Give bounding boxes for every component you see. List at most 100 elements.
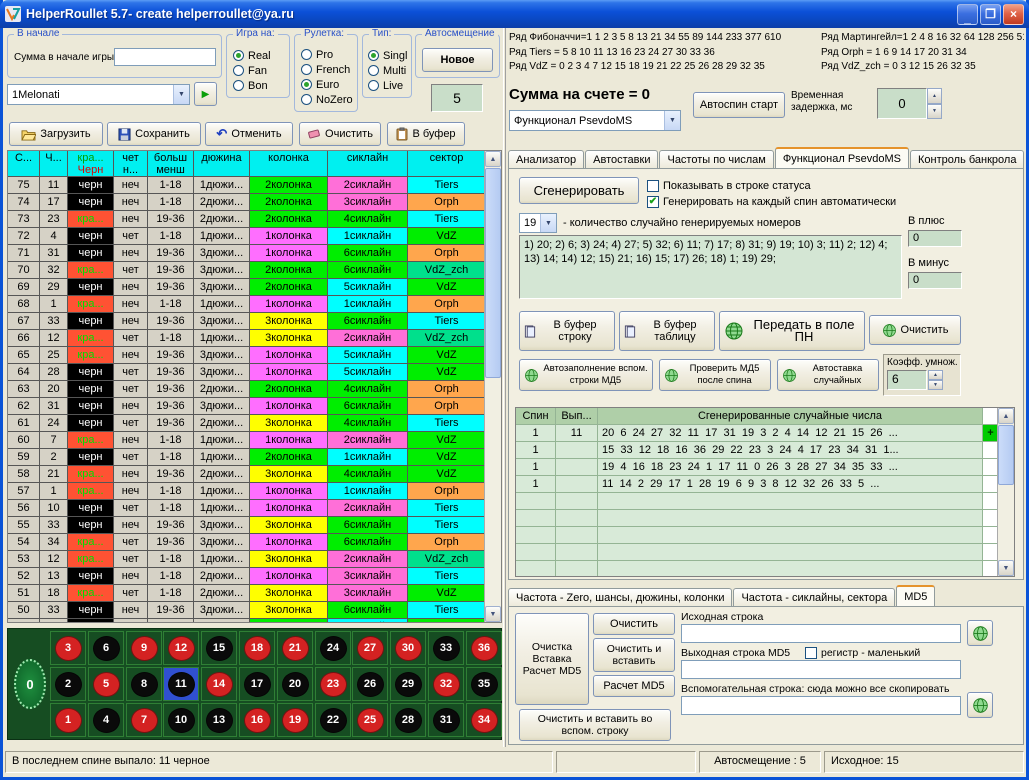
board-number-14[interactable]: 14 [201,667,237,701]
spins-row[interactable]: 7511черннеч1-181дюжи...2колонка2сиклайнT… [8,177,486,194]
board-number-34[interactable]: 34 [466,703,502,737]
board-number-23[interactable]: 23 [315,667,351,701]
checkbox-generate-each-spin[interactable]: Генерировать на каждый спин автоматическ… [647,195,896,209]
mode-combo[interactable]: Функционал PsevdoMS ▼ [509,110,681,131]
spins-row[interactable]: 6428чернчет19-363дюжи...1колонка5сиклайн… [8,364,486,381]
radio-type-multi[interactable]: Multi [368,63,407,78]
to-buffer-button[interactable]: В буфер [387,122,465,146]
radio-game-bon[interactable]: Bon [233,78,271,93]
checkbox-show-status[interactable]: Показывать в строке статуса [647,179,811,193]
generated-scrollbar[interactable]: ▲ ▼ [997,408,1014,576]
chevron-down-icon[interactable]: ▼ [540,214,556,232]
spins-row[interactable]: 607кра...неч1-181дюжи...1колонка2сиклайн… [8,432,486,449]
board-zero[interactable]: 0 [14,659,46,709]
coef-value[interactable]: 6 [887,370,927,390]
tab-Функционал PsevdoMS[interactable]: Функционал PsevdoMS [775,147,909,169]
radio-roulette-french[interactable]: French [301,62,353,77]
board-number-1[interactable]: 1 [50,703,86,737]
spins-column-header[interactable]: четн... [114,151,148,177]
spins-row[interactable]: 571кра...неч1-181дюжи...1колонка1сиклайн… [8,483,486,500]
board-number-2[interactable]: 2 [50,667,86,701]
spins-row[interactable]: 5213черннеч1-182дюжи...1колонка3сиклайнT… [8,568,486,585]
gen-row[interactable] [516,493,999,510]
spins-column-header[interactable]: кра...Черн [68,151,114,177]
scroll-thumb[interactable] [998,425,1014,485]
spins-column-header[interactable]: большменш [148,151,194,177]
md5-clear-button[interactable]: Очистить [593,613,675,635]
buffer-row-button[interactable]: В буфер строку [519,311,615,351]
spin-up-icon[interactable]: ▲ [927,88,942,104]
scroll-thumb[interactable] [485,168,501,378]
checkbox-register[interactable]: регистр - маленький [805,646,920,660]
tab-Частота - сиклайны, сектора[interactable]: Частота - сиклайны, сектора [733,588,895,607]
board-number-5[interactable]: 5 [88,667,124,701]
radio-roulette-nozero[interactable]: NoZero [301,92,353,107]
spins-row[interactable]: 6231черннеч19-363дюжи...1колонка6сиклайн… [8,398,486,415]
clear-button[interactable]: Очистить [299,122,381,146]
board-number-33[interactable]: 33 [428,631,464,665]
spins-row[interactable]: 5533черннеч19-363дюжи...3колонка6сиклайн… [8,517,486,534]
minus-field[interactable]: 0 [908,272,962,289]
gen-row[interactable] [516,510,999,527]
source-string-input[interactable] [681,624,961,643]
board-number-7[interactable]: 7 [126,703,162,737]
board-number-26[interactable]: 26 [352,667,388,701]
board-number-15[interactable]: 15 [201,631,237,665]
board-number-3[interactable]: 3 [50,631,86,665]
maximize-button[interactable]: ❐ [980,4,1001,25]
board-number-21[interactable]: 21 [277,631,313,665]
spins-row[interactable]: 7417черннеч1-182дюжи...2колонка3сиклайнO… [8,194,486,211]
preset-combo[interactable]: 1Melonati ▼ [7,84,190,105]
spins-scrollbar[interactable]: ▲ ▼ [484,151,501,622]
md5-calc-button[interactable]: Расчет MD5 [593,675,675,697]
spins-row[interactable]: 5118кра...чет1-182дюжи...3колонка3сиклай… [8,585,486,602]
scroll-up-icon[interactable]: ▲ [998,408,1014,424]
spin-down-icon[interactable]: ▼ [927,104,942,120]
save-button[interactable]: Сохранить [107,122,201,146]
transfer-button[interactable]: Передать в поле ПН [719,311,865,351]
check-md5-button[interactable]: Проверить МД5 после спина [659,359,771,391]
source-globe-button[interactable] [967,620,993,646]
spins-row[interactable]: 5434кра...чет19-363дюжи...1колонка6сикла… [8,534,486,551]
gen-row[interactable] [516,561,999,577]
new-autoshift-button[interactable]: Новое [422,48,493,72]
spins-row[interactable]: 592чернчет1-181дюжи...2колонка1сиклайнVd… [8,449,486,466]
board-number-6[interactable]: 6 [88,631,124,665]
close-button[interactable]: × [1003,4,1024,25]
radio-roulette-pro[interactable]: Pro [301,47,353,62]
board-number-20[interactable]: 20 [277,667,313,701]
count-combo[interactable]: 19 ▼ [519,213,557,233]
buffer-table-button[interactable]: В буфер таблицу [619,311,715,351]
spins-row[interactable]: 5821кра...неч19-362дюжи...3колонка4сикла… [8,466,486,483]
tab-MD5[interactable]: MD5 [896,585,935,607]
board-number-12[interactable]: 12 [163,631,199,665]
spins-row[interactable]: 681кра...неч1-181дюжи...1колонка1сиклайн… [8,296,486,313]
board-number-29[interactable]: 29 [390,667,426,701]
tab-Автоставки[interactable]: Автоставки [585,150,658,169]
gen-row[interactable]: 111 14 2 29 17 1 28 19 6 9 3 8 12 32 26 … [516,476,999,493]
output-string-input[interactable] [681,660,961,679]
coef-spinner[interactable]: ▲ ▼ [928,370,943,390]
board-number-27[interactable]: 27 [352,631,388,665]
gen-row[interactable] [516,544,999,561]
delay-value[interactable]: 0 [877,88,927,119]
minimize-button[interactable]: _ [957,4,978,25]
start-sum-input[interactable] [114,48,216,66]
spins-row[interactable]: 6733черннеч19-363дюжи...3колонка6сиклайн… [8,313,486,330]
spins-column-header[interactable]: Ч... [40,151,68,177]
run-button[interactable]: ▶ [194,82,217,106]
board-number-10[interactable]: 10 [163,703,199,737]
board-number-22[interactable]: 22 [315,703,351,737]
clear-generated-button[interactable]: Очистить [869,315,961,345]
scroll-down-icon[interactable]: ▼ [485,606,501,622]
helper-globe-button[interactable] [967,692,993,718]
spins-row[interactable]: 6929черннеч19-363дюжи...2колонка5сиклайн… [8,279,486,296]
board-number-9[interactable]: 9 [126,631,162,665]
chevron-down-icon[interactable]: ▼ [173,85,189,104]
board-number-25[interactable]: 25 [352,703,388,737]
chevron-down-icon[interactable]: ▼ [664,111,680,130]
radio-game-fan[interactable]: Fan [233,63,271,78]
board-number-19[interactable]: 19 [277,703,313,737]
spins-column-header[interactable]: сектор [408,151,486,177]
spins-row[interactable]: 6525кра...неч19-363дюжи...1колонка5сикла… [8,347,486,364]
